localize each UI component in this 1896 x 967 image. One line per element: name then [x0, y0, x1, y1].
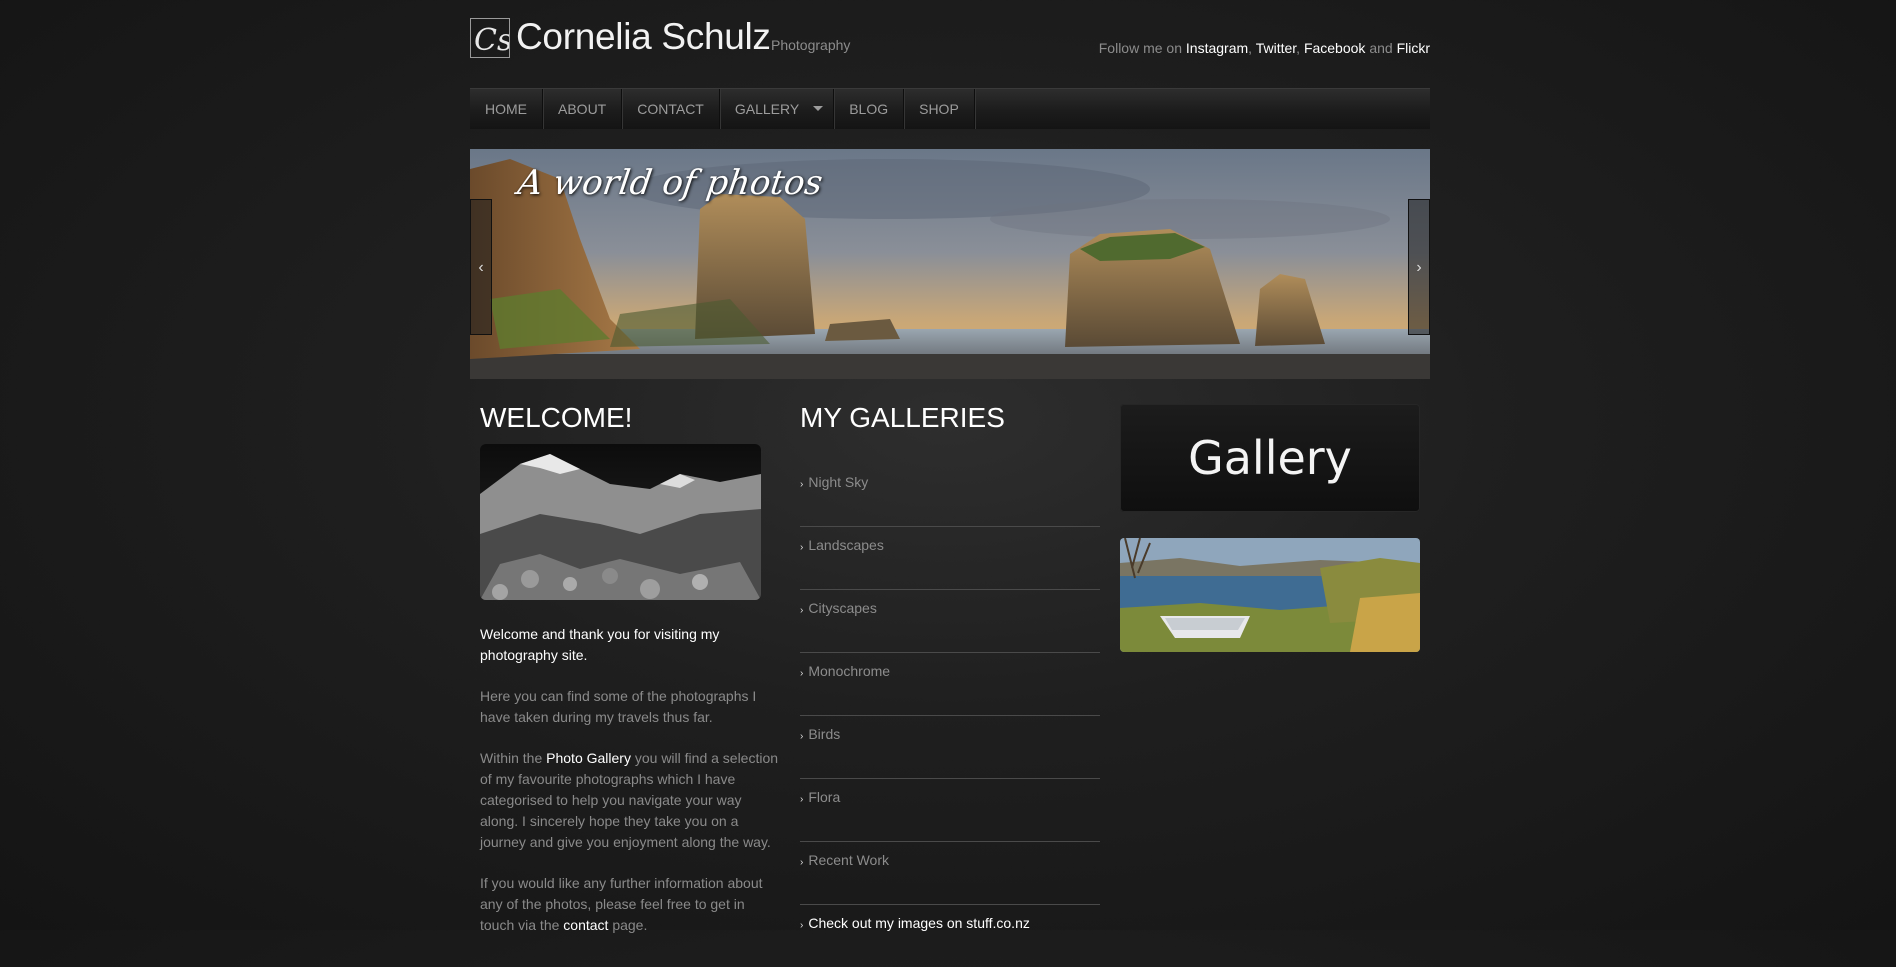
welcome-image [480, 444, 761, 600]
welcome-para-1: Here you can find some of the photograph… [480, 688, 757, 725]
gallery-label: Landscapes [808, 537, 884, 553]
nav-home[interactable]: HOME [470, 89, 543, 129]
list-item: › Monochrome [800, 653, 1100, 716]
list-item: › Night Sky [800, 464, 1100, 527]
hero-slider: A world of photos ‹ › [470, 149, 1430, 379]
gallery-link-monochrome[interactable]: › Monochrome [800, 663, 890, 679]
nav-contact[interactable]: CONTACT [622, 89, 720, 129]
social-prefix: Follow me on [1098, 40, 1183, 56]
arrow-right-icon: › [800, 605, 804, 616]
site-title[interactable]: Cornelia Schulz [516, 16, 771, 58]
page-container: Cs Cornelia Schulz Photography Follow me… [470, 0, 1430, 933]
welcome-section: WELCOME! Welcome and thank you for visit… [480, 402, 780, 936]
slider-next-button[interactable]: › [1408, 199, 1430, 335]
list-item: › Check out my images on stuff.co.nz [800, 905, 1100, 967]
sidebar: Gallery [1120, 404, 1420, 652]
gallery-label: Night Sky [808, 474, 869, 490]
contact-link[interactable]: contact [563, 917, 608, 933]
twitter-link[interactable]: Twitter [1256, 40, 1296, 56]
nav-gallery[interactable]: GALLERY [720, 89, 835, 129]
stuff-co-nz-link[interactable]: › Check out my images on stuff.co.nz [800, 915, 1030, 931]
nav-gallery-label: GALLERY [734, 101, 800, 117]
arrow-right-icon: › [800, 920, 804, 931]
arrow-right-icon: › [800, 668, 804, 679]
list-item: › Flora [800, 779, 1100, 842]
gallery-link-recent-work[interactable]: › Recent Work [800, 852, 889, 868]
logo[interactable]: Cs [470, 18, 510, 58]
arrow-right-icon: › [800, 857, 804, 868]
gallery-label: Flora [808, 789, 841, 805]
main-nav: HOME ABOUT CONTACT GALLERY BLOG SHOP [470, 88, 1430, 129]
instagram-link[interactable]: Instagram [1186, 40, 1248, 56]
welcome-intro: Welcome and thank you for visiting my ph… [480, 626, 720, 663]
gallery-link-night-sky[interactable]: › Night Sky [800, 474, 868, 490]
facebook-link[interactable]: Facebook [1304, 40, 1365, 56]
external-label: Check out my images on stuff.co.nz [808, 915, 1030, 931]
gallery-label: Cityscapes [808, 600, 877, 616]
site-subtitle: Photography [771, 37, 851, 53]
gallery-link-landscapes[interactable]: › Landscapes [800, 537, 884, 553]
nav-shop[interactable]: SHOP [904, 89, 975, 129]
list-item: › Recent Work [800, 842, 1100, 905]
social-and: and [1369, 40, 1393, 56]
photo-gallery-link[interactable]: Photo Gallery [546, 750, 631, 766]
gallery-label: Birds [808, 726, 841, 742]
chevron-down-icon [813, 105, 824, 111]
logo-text: Cs [474, 23, 509, 57]
gallery-link-flora[interactable]: › Flora [800, 789, 840, 805]
list-item: › Landscapes [800, 527, 1100, 590]
galleries-section: MY GALLERIES › Night Sky › Landscapes › Cit… [800, 402, 1100, 967]
list-item: › Cityscapes [800, 590, 1100, 653]
gallery-banner-text: Gallery [1188, 431, 1352, 485]
para3-after: page. [612, 917, 648, 933]
arrow-right-icon: › [800, 479, 804, 490]
slider-caption: A world of photos [515, 163, 826, 203]
welcome-para-3: If you would like any further informatio… [480, 873, 780, 936]
gallery-list: › Night Sky › Landscapes › Cityscapes › Mono… [800, 464, 1100, 967]
gallery-label: Monochrome [808, 663, 891, 679]
social-links: Follow me on Instagram, Twitter, Faceboo… [1098, 40, 1430, 56]
arrow-right-icon: › [800, 731, 804, 742]
arrow-right-icon: › [800, 794, 804, 805]
para2-before: Within the [480, 750, 543, 766]
arrow-right-icon: › [800, 542, 804, 553]
nav-about[interactable]: ABOUT [543, 89, 623, 129]
gallery-link-cityscapes[interactable]: › Cityscapes [800, 600, 877, 616]
slider-prev-button[interactable]: ‹ [470, 199, 492, 335]
lake-image[interactable] [1120, 538, 1420, 652]
list-item: › Birds [800, 716, 1100, 779]
gallery-label: Recent Work [808, 852, 890, 868]
gallery-link-birds[interactable]: › Birds [800, 726, 840, 742]
galleries-heading: MY GALLERIES [800, 402, 1005, 433]
gallery-banner-button[interactable]: Gallery [1120, 404, 1420, 512]
flickr-link[interactable]: Flickr [1397, 40, 1430, 56]
welcome-heading: WELCOME! [480, 402, 633, 433]
welcome-para-2: Within the Photo Gallery you will find a… [480, 748, 780, 853]
nav-blog[interactable]: BLOG [834, 89, 905, 129]
